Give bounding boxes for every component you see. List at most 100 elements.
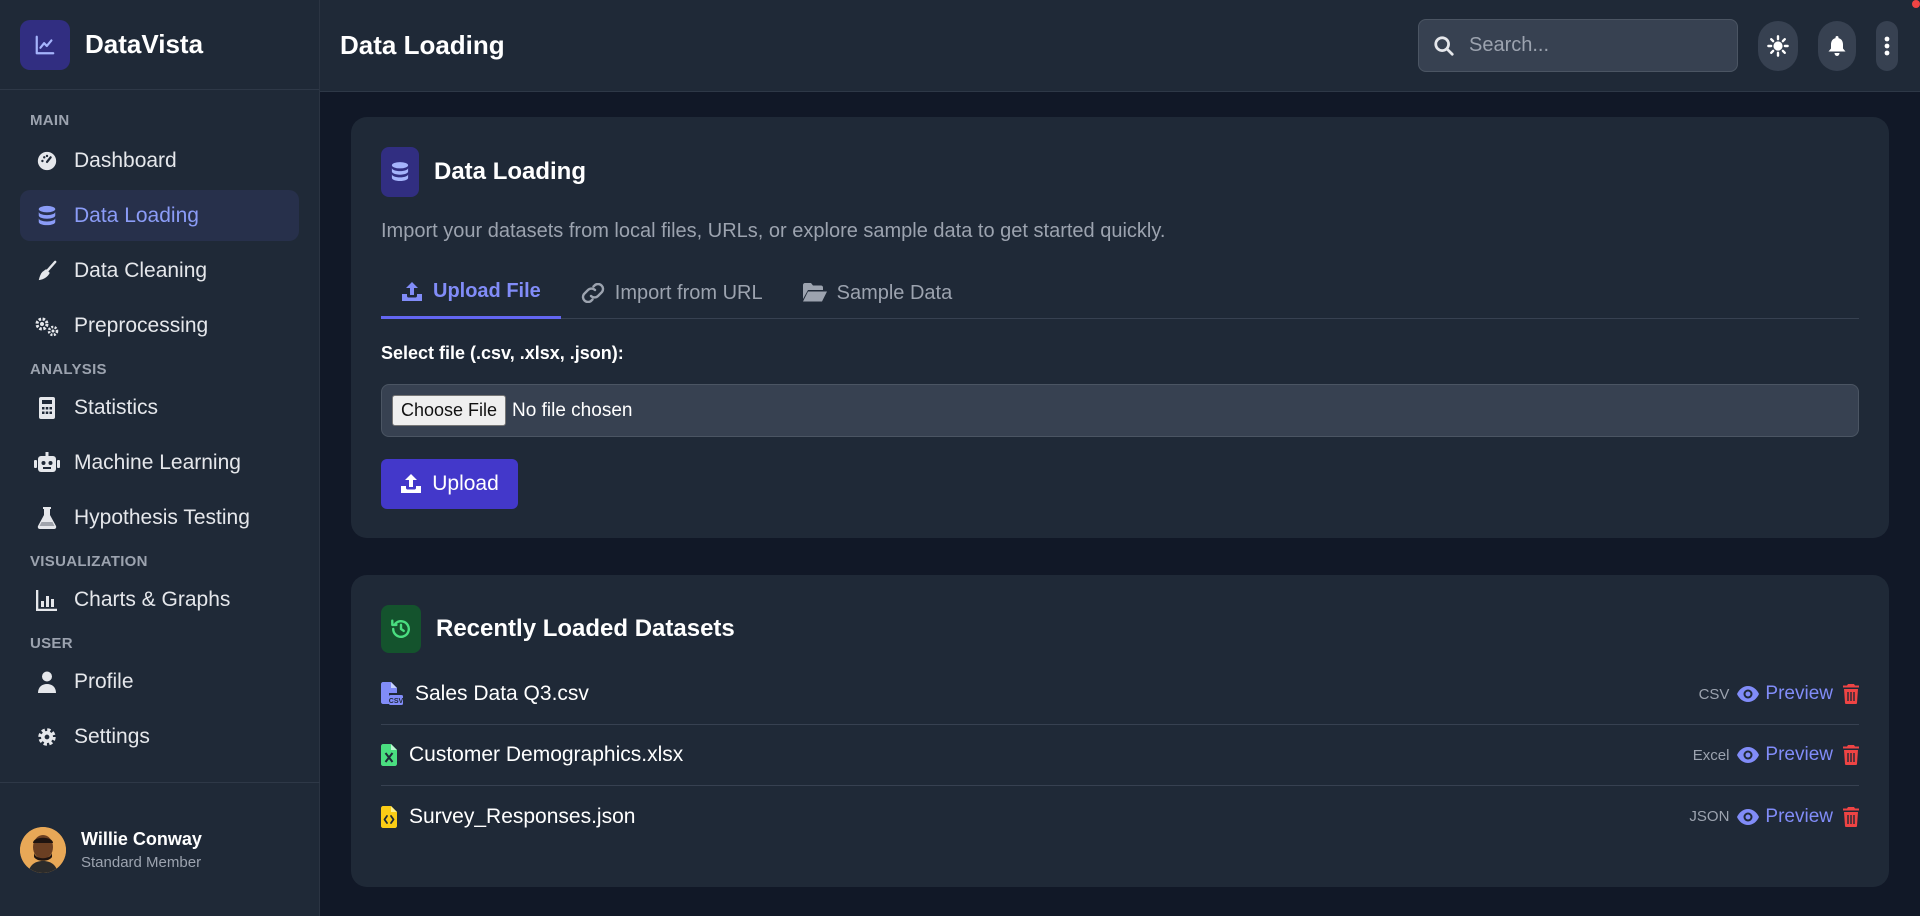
delete-icon[interactable] (1843, 684, 1859, 704)
sidebar-item-dashboard[interactable]: Dashboard (20, 135, 299, 186)
page-title: Data Loading (340, 30, 505, 60)
tab-import-url[interactable]: Import from URL (561, 267, 783, 319)
tab-label: Upload File (433, 280, 541, 302)
user-name: Willie Conway (81, 828, 202, 849)
chart-bar-icon (34, 589, 60, 611)
svg-text:CSV: CSV (389, 698, 403, 705)
dataset-actions: JSON Preview (1689, 806, 1859, 828)
user-card[interactable]: Willie Conway Standard Member (0, 782, 320, 916)
search-input[interactable] (1469, 34, 1719, 57)
eye-icon (1737, 686, 1760, 702)
dataset-type: Excel (1692, 746, 1730, 764)
notifications-button[interactable] (1818, 21, 1856, 71)
user-role: Standard Member (81, 853, 202, 871)
ellipsis-vertical-icon (1884, 36, 1890, 56)
search-icon (1433, 35, 1455, 57)
file-csv-icon: CSV (381, 682, 403, 706)
sidebar-item-label: Preprocessing (74, 313, 209, 337)
dataset-name: Sales Data Q3.csv (415, 682, 589, 705)
sidebar-item-profile[interactable]: Profile (20, 656, 299, 707)
more-options-button[interactable] (1876, 21, 1898, 71)
cogs-icon (34, 315, 60, 337)
dataset-row[interactable]: Survey_Responses.json JSON Preview (381, 786, 1859, 847)
sidebar: DataVista MAIN Dashboard Data Loading Da… (0, 0, 320, 916)
flask-icon (34, 506, 60, 529)
calculator-icon (34, 396, 60, 419)
sidebar-item-label: Charts & Graphs (74, 587, 231, 611)
preview-button[interactable]: Preview (1737, 806, 1833, 828)
sidebar-item-label: Settings (74, 724, 150, 748)
sidebar-item-preprocessing[interactable]: Preprocessing (20, 300, 299, 351)
broom-icon (34, 260, 60, 282)
preview-label: Preview (1765, 744, 1833, 765)
sidebar-item-label: Data Loading (74, 203, 199, 227)
data-loading-card: Data Loading Import your datasets from l… (351, 117, 1889, 538)
preview-label: Preview (1765, 683, 1833, 704)
robot-icon (34, 451, 60, 474)
avatar[interactable] (20, 826, 66, 873)
file-input[interactable]: Choose File No file chosen (381, 384, 1859, 437)
sidebar-item-data-loading[interactable]: Data Loading (20, 190, 299, 241)
user-icon (34, 671, 60, 693)
tab-label: Sample Data (836, 281, 953, 304)
tab-label: Import from URL (614, 281, 763, 304)
search-box[interactable] (1418, 19, 1738, 72)
notification-dot (1912, 0, 1920, 8)
eye-icon (1737, 747, 1760, 763)
preview-button[interactable]: Preview (1737, 744, 1833, 766)
sidebar-item-label: Dashboard (74, 148, 177, 172)
sidebar-item-settings[interactable]: Settings (20, 711, 299, 762)
brand[interactable]: DataVista (0, 0, 319, 90)
gear-icon (34, 726, 60, 748)
upload-button[interactable]: Upload (381, 459, 518, 509)
dataset-row[interactable]: CSV Sales Data Q3.csv CSV Preview (381, 664, 1859, 725)
database-icon (34, 205, 60, 227)
upload-icon (401, 281, 423, 302)
dataset-type: JSON (1689, 808, 1730, 825)
chart-line-icon (20, 19, 70, 70)
history-icon (381, 605, 421, 653)
dataset-actions: CSV Preview (1699, 683, 1859, 705)
file-json-icon (381, 805, 397, 828)
recent-datasets-card: Recently Loaded Datasets CSV Sales Data … (351, 575, 1889, 887)
sidebar-item-label: Profile (74, 669, 134, 693)
nav-section-main: MAIN (30, 112, 70, 129)
sidebar-item-hypothesis-testing[interactable]: Hypothesis Testing (20, 492, 299, 543)
sidebar-item-label: Data Cleaning (74, 258, 208, 282)
preview-label: Preview (1765, 805, 1833, 827)
bell-icon (1828, 36, 1846, 56)
top-header: Data Loading (320, 0, 1920, 92)
sidebar-item-label: Statistics (74, 395, 159, 419)
delete-icon[interactable] (1843, 745, 1859, 765)
sidebar-item-data-cleaning[interactable]: Data Cleaning (20, 245, 299, 296)
dataset-row[interactable]: Customer Demographics.xlsx Excel Preview (381, 725, 1859, 786)
dataset-name: Survey_Responses.json (409, 804, 636, 828)
loading-tabs: Upload File Import from URL Sample Data (381, 267, 1859, 319)
card-description: Import your datasets from local files, U… (381, 220, 1166, 242)
tab-upload-file[interactable]: Upload File (381, 267, 561, 319)
nav-section-visualization: VISUALIZATION (30, 553, 148, 570)
sidebar-item-machine-learning[interactable]: Machine Learning (20, 437, 299, 488)
brand-name: DataVista (85, 29, 204, 59)
dataset-type: CSV (1698, 685, 1730, 703)
theme-toggle-button[interactable] (1758, 21, 1798, 71)
sidebar-item-label: Machine Learning (74, 450, 241, 474)
nav-section-analysis: ANALYSIS (30, 361, 107, 378)
gauge-icon (34, 150, 60, 172)
card-title: Recently Loaded Datasets (436, 615, 735, 642)
preview-button[interactable]: Preview (1737, 683, 1833, 705)
choose-file-button[interactable]: Choose File (392, 395, 507, 426)
dataset-actions: Excel Preview (1693, 744, 1859, 766)
card-title: Data Loading (434, 158, 587, 185)
file-excel-icon (381, 744, 397, 766)
delete-icon[interactable] (1843, 806, 1859, 827)
tab-sample-data[interactable]: Sample Data (783, 267, 973, 319)
sidebar-item-statistics[interactable]: Statistics (20, 382, 299, 433)
card-header: Data Loading (381, 147, 586, 197)
sidebar-item-charts-graphs[interactable]: Charts & Graphs (20, 574, 299, 625)
link-icon (581, 283, 605, 303)
sidebar-item-label: Hypothesis Testing (74, 505, 250, 529)
file-status: No file chosen (512, 399, 633, 421)
eye-icon (1737, 808, 1760, 825)
database-icon (381, 147, 419, 197)
